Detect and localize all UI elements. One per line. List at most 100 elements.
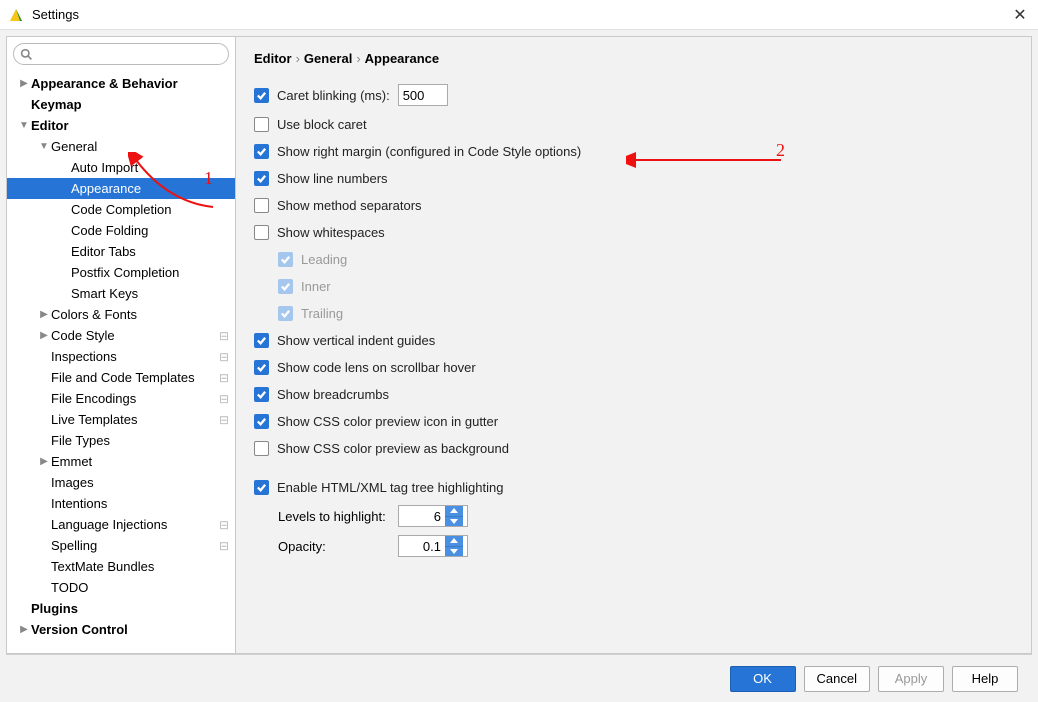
label: Levels to highlight: <box>278 509 398 524</box>
apply-button[interactable]: Apply <box>878 666 944 692</box>
label: Use block caret <box>277 117 367 132</box>
spinner-up-icon[interactable] <box>445 506 463 517</box>
label: Show CSS color preview icon in gutter <box>277 414 498 429</box>
label: Show line numbers <box>277 171 388 186</box>
settings-tree[interactable]: ▶Appearance & BehaviorKeymap▼Editor▼Gene… <box>7 71 235 653</box>
expand-arrow-icon: ▼ <box>37 141 51 152</box>
tree-item[interactable]: Language Injections⊟ <box>7 514 235 535</box>
opt-line-numbers[interactable]: Show line numbers <box>254 169 1013 187</box>
opt-block-caret[interactable]: Use block caret <box>254 115 1013 133</box>
levels-input[interactable] <box>399 506 445 526</box>
tree-item[interactable]: Auto Import <box>7 157 235 178</box>
opt-right-margin[interactable]: Show right margin (configured in Code St… <box>254 142 1013 160</box>
ok-button[interactable]: OK <box>730 666 796 692</box>
settings-panel: Editor›General›Appearance Caret blinking… <box>236 36 1032 654</box>
tree-item[interactable]: ▶Version Control <box>7 619 235 640</box>
levels-spinner[interactable] <box>398 505 468 527</box>
tree-item[interactable]: TextMate Bundles <box>7 556 235 577</box>
label: Show CSS color preview as background <box>277 441 509 456</box>
tree-item-label: Appearance & Behavior <box>31 76 229 91</box>
checkbox-icon[interactable] <box>254 198 269 213</box>
tree-item[interactable]: Images <box>7 472 235 493</box>
checkbox-icon[interactable] <box>254 414 269 429</box>
checkbox-icon[interactable] <box>254 225 269 240</box>
opt-css-bg[interactable]: Show CSS color preview as background <box>254 439 1013 457</box>
tree-item[interactable]: ▶Emmet <box>7 451 235 472</box>
label: Show vertical indent guides <box>277 333 435 348</box>
scheme-icon: ⊟ <box>219 350 229 364</box>
cancel-button[interactable]: Cancel <box>804 666 870 692</box>
tree-item[interactable]: Editor Tabs <box>7 241 235 262</box>
checkbox-icon[interactable] <box>254 387 269 402</box>
opt-vertical-indent[interactable]: Show vertical indent guides <box>254 331 1013 349</box>
opacity-spinner[interactable] <box>398 535 468 557</box>
label: Show whitespaces <box>277 225 385 240</box>
opt-method-sep[interactable]: Show method separators <box>254 196 1013 214</box>
title-bar: Settings ✕ <box>0 0 1038 30</box>
checkbox-icon[interactable] <box>254 441 269 456</box>
dialog-footer: OK Cancel Apply Help <box>6 654 1032 702</box>
opt-html-xml[interactable]: Enable HTML/XML tag tree highlighting <box>254 478 1013 496</box>
tree-item[interactable]: Intentions <box>7 493 235 514</box>
help-button[interactable]: Help <box>952 666 1018 692</box>
close-icon[interactable]: ✕ <box>1010 5 1030 25</box>
checkbox-icon[interactable] <box>254 333 269 348</box>
tree-item[interactable]: File and Code Templates⊟ <box>7 367 235 388</box>
tree-item[interactable]: Spelling⊟ <box>7 535 235 556</box>
tree-item[interactable]: ▶Colors & Fonts <box>7 304 235 325</box>
tree-item[interactable]: ▼General <box>7 136 235 157</box>
tree-item-label: Postfix Completion <box>71 265 229 280</box>
caret-ms-input[interactable] <box>398 84 448 106</box>
checkbox-icon <box>278 279 293 294</box>
checkbox-icon[interactable] <box>254 480 269 495</box>
label: Show code lens on scrollbar hover <box>277 360 476 375</box>
tree-item-label: Code Completion <box>71 202 229 217</box>
label: Show right margin (configured in Code St… <box>277 144 581 159</box>
tree-item[interactable]: Appearance <box>7 178 235 199</box>
label: Caret blinking (ms): <box>277 88 390 103</box>
opt-code-lens[interactable]: Show code lens on scrollbar hover <box>254 358 1013 376</box>
tree-item[interactable]: ▼Editor <box>7 115 235 136</box>
tree-item[interactable]: ▶Code Style⊟ <box>7 325 235 346</box>
checkbox-icon <box>278 252 293 267</box>
checkbox-icon[interactable] <box>254 171 269 186</box>
checkbox-icon[interactable] <box>254 144 269 159</box>
tree-item-label: Language Injections <box>51 517 215 532</box>
tree-item[interactable]: Live Templates⊟ <box>7 409 235 430</box>
opt-caret-blinking[interactable]: Caret blinking (ms): <box>254 84 1013 106</box>
checkbox-icon[interactable] <box>254 117 269 132</box>
scheme-icon: ⊟ <box>219 329 229 343</box>
spinner-up-icon[interactable] <box>445 536 463 547</box>
scheme-icon: ⊟ <box>219 539 229 553</box>
opacity-input[interactable] <box>399 536 445 556</box>
tree-item-label: File Encodings <box>51 391 215 406</box>
tree-item-label: Colors & Fonts <box>51 307 229 322</box>
label: Show breadcrumbs <box>277 387 389 402</box>
tree-item[interactable]: File Encodings⊟ <box>7 388 235 409</box>
opt-whitespaces[interactable]: Show whitespaces <box>254 223 1013 241</box>
tree-item-label: Appearance <box>71 181 229 196</box>
checkbox-icon[interactable] <box>254 360 269 375</box>
opt-css-gutter[interactable]: Show CSS color preview icon in gutter <box>254 412 1013 430</box>
tree-item[interactable]: Keymap <box>7 94 235 115</box>
tree-item-label: Images <box>51 475 229 490</box>
opt-trailing: Trailing <box>278 304 1013 322</box>
search-input-wrap[interactable] <box>13 43 229 65</box>
spinner-down-icon[interactable] <box>445 517 463 527</box>
opt-breadcrumbs[interactable]: Show breadcrumbs <box>254 385 1013 403</box>
tree-item[interactable]: ▶Appearance & Behavior <box>7 73 235 94</box>
scheme-icon: ⊟ <box>219 413 229 427</box>
tree-item[interactable]: Code Folding <box>7 220 235 241</box>
tree-item[interactable]: TODO <box>7 577 235 598</box>
tree-item[interactable]: File Types <box>7 430 235 451</box>
tree-item[interactable]: Plugins <box>7 598 235 619</box>
checkbox-icon[interactable] <box>254 88 269 103</box>
tree-item[interactable]: Code Completion <box>7 199 235 220</box>
tree-item[interactable]: Postfix Completion <box>7 262 235 283</box>
search-input[interactable] <box>37 47 222 61</box>
expand-arrow-icon: ▶ <box>37 309 51 320</box>
breadcrumb-editor: Editor <box>254 51 292 66</box>
tree-item[interactable]: Smart Keys <box>7 283 235 304</box>
tree-item[interactable]: Inspections⊟ <box>7 346 235 367</box>
spinner-down-icon[interactable] <box>445 547 463 557</box>
